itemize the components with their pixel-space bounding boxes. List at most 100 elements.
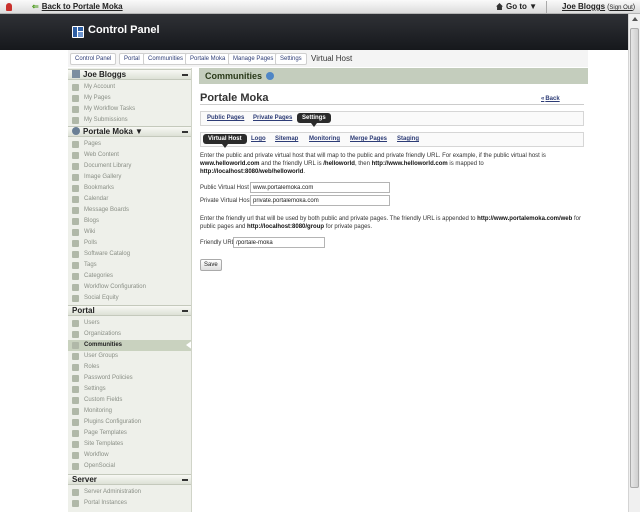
tab-settings[interactable]: Settings <box>297 113 331 127</box>
breadcrumb-control-panel[interactable]: Control Panel <box>70 53 117 65</box>
back-to-site-label: Back to Portale Moka <box>41 2 123 11</box>
sidebar-item-label: Categories <box>84 273 114 279</box>
collapse-icon[interactable] <box>182 74 188 76</box>
sidebar-item-user-groups[interactable]: User Groups <box>68 351 191 362</box>
collapse-icon[interactable] <box>182 479 188 481</box>
sidebar-item-categories[interactable]: Categories <box>68 271 191 282</box>
sidebar-item-roles[interactable]: Roles <box>68 362 191 373</box>
sidebar-item-plugins-configuration[interactable]: Plugins Configuration <box>68 417 191 428</box>
sidebar-item-users[interactable]: Users <box>68 318 191 329</box>
private-virtual-host-input[interactable] <box>250 195 390 206</box>
sidebar-item-software-catalog[interactable]: Software Catalog <box>68 249 191 260</box>
breadcrumb-communities[interactable]: Communities <box>143 53 189 65</box>
monitoring-icon <box>72 408 79 415</box>
scroll-up-icon[interactable] <box>632 17 638 21</box>
control-panel-title[interactable]: Control Panel <box>88 24 160 36</box>
dockbar: ⇐ Back to Portale Moka Go to ▼ Joe Bloggs… <box>0 0 640 14</box>
sidebar-item-image-gallery[interactable]: Image Gallery <box>68 172 191 183</box>
instructions-text: Enter the public and private virtual hos… <box>200 153 546 159</box>
breadcrumb-settings[interactable]: Settings <box>275 53 307 65</box>
breadcrumb-portal[interactable]: Portal <box>119 53 145 65</box>
sidebar-item-social-equity[interactable]: Social Equity <box>68 293 191 304</box>
sidebar-section-server[interactable]: Server <box>68 474 191 485</box>
sidebar-item-page-templates[interactable]: Page Templates <box>68 428 191 439</box>
tab-monitoring[interactable]: Monitoring <box>309 136 340 142</box>
sidebar-item-label: Organizations <box>84 331 122 337</box>
sidebar-item-my-submissions[interactable]: My Submissions <box>68 115 191 126</box>
breadcrumb-current: Virtual Host <box>311 54 353 63</box>
help-icon[interactable] <box>266 72 275 80</box>
sidebar-item-pages[interactable]: Pages <box>68 139 191 150</box>
sidebar-item-wiki[interactable]: Wiki <box>68 227 191 238</box>
instructions-text: for private pages. <box>324 224 373 230</box>
scrollbar-thumb[interactable] <box>630 28 639 488</box>
sign-out-link[interactable]: Sign Out <box>609 5 632 11</box>
private-virtual-host-label: Private Virtual Host <box>200 198 252 204</box>
instructions-text: . <box>303 169 306 175</box>
sidebar-item-label: Wiki <box>84 229 96 235</box>
sidebar-item-label: Tags <box>84 262 97 268</box>
sidebar-item-communities[interactable]: Communities <box>68 340 191 351</box>
sidebar-item-organizations[interactable]: Organizations <box>68 329 191 340</box>
back-link[interactable]: «Back <box>541 96 560 102</box>
tab-sitemap[interactable]: Sitemap <box>275 136 298 142</box>
sidebar-item-monitoring[interactable]: Monitoring <box>68 406 191 417</box>
instances-icon <box>72 500 79 507</box>
sidebar-item-bookmarks[interactable]: Bookmarks <box>68 183 191 194</box>
sidebar-item-workflow[interactable]: Workflow <box>68 450 191 461</box>
message-boards-icon <box>72 207 79 214</box>
sidebar-item-portal-instances[interactable]: Portal Instances <box>68 498 191 509</box>
sidebar-item-message-boards[interactable]: Message Boards <box>68 205 191 216</box>
sidebar-item-custom-fields[interactable]: Custom Fields <box>68 395 191 406</box>
collapse-icon[interactable] <box>182 131 188 133</box>
tab-merge-pages[interactable]: Merge Pages <box>350 136 387 142</box>
gear-icon <box>72 386 79 393</box>
tab-logo[interactable]: Logo <box>251 136 266 142</box>
breadcrumb-site[interactable]: Portale Moka <box>185 53 231 65</box>
section-title: Portale Moka ▼ <box>83 127 143 136</box>
sidebar-item-server-administration[interactable]: Server Administration <box>68 487 191 498</box>
pages-icon <box>72 95 79 102</box>
sidebar-item-my-workflow-tasks[interactable]: My Workflow Tasks <box>68 104 191 115</box>
tab-staging[interactable]: Staging <box>397 136 419 142</box>
example-mapped-url: http://localhost:8080/web/helloworld <box>200 169 304 175</box>
sidebar-section-portal[interactable]: Portal <box>68 305 191 316</box>
sidebar-section-user[interactable]: Joe Bloggs <box>68 69 191 80</box>
sidebar-section-site[interactable]: Portale Moka ▼ <box>68 126 191 137</box>
sidebar-item-label: Site Templates <box>84 441 124 447</box>
section-title: Portal <box>72 306 95 315</box>
custom-fields-icon <box>72 397 79 404</box>
friendly-url-input[interactable] <box>233 237 325 248</box>
collapse-icon[interactable] <box>182 310 188 312</box>
sidebar-item-web-content[interactable]: Web Content <box>68 150 191 161</box>
sidebar-item-blogs[interactable]: Blogs <box>68 216 191 227</box>
sidebar-item-my-account[interactable]: My Account <box>68 82 191 93</box>
pin-icon[interactable] <box>6 3 12 11</box>
breadcrumb-manage-pages[interactable]: Manage Pages <box>228 53 279 65</box>
tab-public-pages[interactable]: Public Pages <box>207 115 244 121</box>
sidebar-item-label: Settings <box>84 386 106 392</box>
sidebar-item-settings[interactable]: Settings <box>68 384 191 395</box>
user-name-link[interactable]: Joe Bloggs <box>562 2 605 11</box>
sidebar-item-label: OpenSocial <box>84 463 116 469</box>
sidebar-item-site-templates[interactable]: Site Templates <box>68 439 191 450</box>
pages-icon <box>72 141 79 148</box>
page-scrollbar[interactable] <box>628 14 640 512</box>
tab-virtual-host[interactable]: Virtual Host <box>203 134 247 148</box>
friendly-url-label: Friendly URL <box>200 240 236 246</box>
back-to-site-link[interactable]: ⇐ Back to Portale Moka <box>32 2 123 11</box>
sidebar-item-document-library[interactable]: Document Library <box>68 161 191 172</box>
tab-private-pages[interactable]: Private Pages <box>253 115 292 121</box>
sidebar-item-polls[interactable]: Polls <box>68 238 191 249</box>
go-to-menu[interactable]: Go to ▼ <box>496 2 537 11</box>
sidebar-item-password-policies[interactable]: Password Policies <box>68 373 191 384</box>
sidebar-item-tags[interactable]: Tags <box>68 260 191 271</box>
sidebar-item-workflow-configuration[interactable]: Workflow Configuration <box>68 282 191 293</box>
public-virtual-host-input[interactable] <box>250 182 390 193</box>
portlet-title: Communities <box>199 68 588 84</box>
save-button[interactable]: Save <box>200 259 222 271</box>
sidebar-item-my-pages[interactable]: My Pages <box>68 93 191 104</box>
sidebar-item-opensocial[interactable]: OpenSocial <box>68 461 191 472</box>
sidebar-item-calendar[interactable]: Calendar <box>68 194 191 205</box>
settings-tabs: Virtual Host Logo Sitemap Monitoring Mer… <box>200 132 584 148</box>
